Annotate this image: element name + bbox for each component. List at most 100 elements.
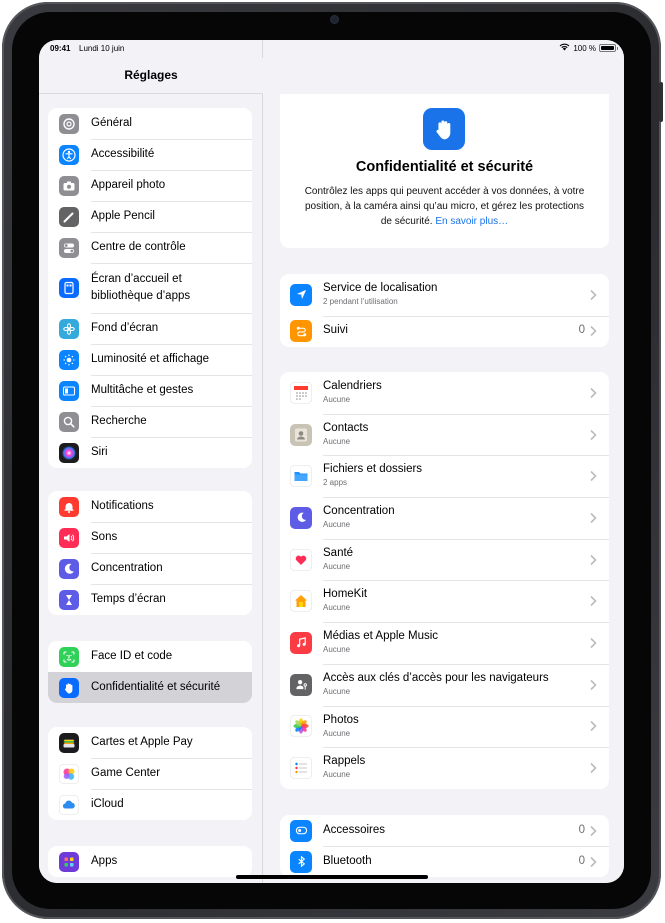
chevron-right-icon [590, 471, 597, 482]
bluetooth-row[interactable]: Bluetooth 0 [280, 846, 609, 877]
hand-icon [423, 108, 465, 150]
sidebar-item-label: Accessibilité [91, 148, 155, 160]
sidebar-item-focus[interactable]: Concentration [48, 553, 252, 584]
sidebar-item-label: Face ID et code [91, 650, 173, 662]
gear-icon [59, 113, 79, 134]
status-time: 09:41 [50, 44, 71, 53]
files-folders-row[interactable]: Fichiers et dossiers 2 apps [280, 455, 609, 497]
speaker-icon [59, 527, 79, 548]
chevron-right-icon [590, 512, 597, 523]
sidebar-item-label: Écran d’accueil et bibliothèque d’apps [91, 273, 191, 302]
sidebar-item-notifications[interactable]: Notifications [48, 491, 252, 522]
sidebar-item-multitasking[interactable]: Multitâche et gestes [48, 375, 252, 406]
sidebar-item-label: Multitâche et gestes [91, 384, 194, 396]
sidebar-item-privacy[interactable]: Confidentialité et sécurité [48, 672, 252, 703]
sidebar-item-label: Sons [91, 531, 118, 543]
sidebar-item-label: Général [91, 117, 132, 129]
row-sublabel: Aucune [323, 436, 351, 446]
sidebar-item-game-center[interactable]: Game Center [48, 758, 252, 789]
brightness-icon [59, 349, 79, 370]
chevron-right-icon [590, 429, 597, 440]
photos-row[interactable]: Photos Aucune [280, 705, 609, 748]
chevron-right-icon [590, 387, 597, 398]
contacts-row[interactable]: Contacts Aucune [280, 413, 609, 456]
row-label: Photos [323, 713, 359, 726]
sidebar-item-accessibility[interactable]: Accessibilité [48, 139, 252, 170]
sidebar-item-camera[interactable]: Appareil photo [48, 170, 252, 201]
sidebar-item-screen-time[interactable]: Temps d’écran [48, 584, 252, 615]
media-music-row[interactable]: Médias et Apple Music Aucune [280, 622, 609, 664]
sidebar-item-wallpaper[interactable]: Fond d’écran [48, 313, 252, 344]
status-bar: 09:41 Lundi 10 juin 100 % [39, 40, 624, 58]
bell-icon [59, 496, 79, 517]
home-indicator[interactable] [236, 875, 428, 879]
chevron-right-icon [590, 679, 597, 690]
sidebar-item-home-screen[interactable]: Écran d’accueil et bibliothèque d’apps [48, 263, 252, 313]
row-sublabel: Aucune [323, 561, 351, 571]
sidebar-item-label: Apps [91, 855, 118, 867]
sidebar-item-brightness[interactable]: Luminosité et affichage [48, 344, 252, 375]
reminders-row[interactable]: Rappels Aucune [280, 747, 609, 789]
calendars-row[interactable]: Calendriers Aucune [280, 372, 609, 414]
hourglass-icon [59, 589, 79, 610]
sidebar-item-siri[interactable]: Siri [48, 437, 252, 468]
sidebar-item-icloud[interactable]: iCloud [48, 789, 252, 820]
row-sublabel: Aucune [323, 770, 351, 780]
learn-more-link[interactable]: En savoir plus… [435, 216, 508, 227]
tracking-row[interactable]: Suivi 0 [280, 315, 609, 347]
row-label: Accès aux clés d’accès pour les navigate… [323, 671, 549, 684]
multitasking-icon [59, 380, 79, 401]
sidebar-item-apple-pencil[interactable]: Apple Pencil [48, 201, 252, 232]
sidebar-item-label: Concentration [91, 562, 163, 574]
sidebar-group-security: Face ID et code Confidentialité et sécur… [48, 641, 252, 703]
location-services-row[interactable]: Service de localisation 2 pendant l’util… [280, 274, 609, 316]
battery-percent: 100 % [573, 43, 596, 53]
sidebar-item-label: Recherche [91, 415, 147, 427]
folder-icon [290, 465, 312, 488]
accessories-row[interactable]: Accessoires 0 [280, 815, 609, 846]
accessories-icon [290, 819, 312, 842]
row-value: 0 [578, 823, 585, 836]
row-sublabel: Aucune [323, 520, 351, 530]
sidebar-item-apps[interactable]: Apps [48, 846, 252, 877]
detail-pane: Confidentialité et sécurité Contrôlez le… [264, 40, 624, 883]
battery-icon [599, 44, 618, 52]
chevron-right-icon [590, 762, 597, 774]
photos-icon [290, 715, 312, 738]
pencil-icon [59, 206, 79, 227]
sidebar-item-wallet[interactable]: Cartes et Apple Pay [48, 727, 252, 758]
row-sublabel: 2 apps [323, 478, 348, 488]
row-label: Calendriers [323, 380, 382, 392]
heart-icon [290, 548, 312, 571]
cloud-icon [59, 794, 79, 815]
game-center-icon [59, 763, 79, 784]
accessibility-icon [59, 144, 79, 165]
status-right: 100 % [559, 43, 618, 53]
row-sublabel: Aucune [323, 603, 351, 613]
privacy-hero-card: Confidentialité et sécurité Contrôlez le… [280, 94, 609, 248]
sidebar-item-general[interactable]: Général [48, 108, 252, 139]
row-label: Concentration [323, 505, 395, 518]
sidebar-item-control-center[interactable]: Centre de contrôle [48, 232, 252, 263]
health-row[interactable]: Santé Aucune [280, 538, 609, 581]
sidebar-item-face-id[interactable]: Face ID et code [48, 641, 252, 672]
sidebar-item-sounds[interactable]: Sons [48, 522, 252, 553]
chevron-right-icon [590, 856, 597, 867]
wallpaper-icon [59, 318, 79, 339]
row-sublabel: Aucune [323, 645, 351, 655]
sidebar-item-label: Fond d’écran [91, 322, 159, 334]
sidebar-item-search[interactable]: Recherche [48, 406, 252, 437]
music-note-icon [290, 631, 312, 654]
moon-icon [290, 506, 312, 529]
row-label: Fichiers et dossiers [323, 463, 423, 476]
passkeys-access-row[interactable]: Accès aux clés d’accès pour les navigate… [280, 663, 609, 706]
sidebar-title: Réglages [124, 68, 178, 82]
front-camera [331, 16, 338, 23]
sidebar-item-label: Confidentialité et sécurité [91, 681, 221, 693]
row-value: 0 [578, 324, 585, 337]
apps-icon [59, 851, 79, 872]
contacts-icon [290, 423, 312, 446]
homekit-row[interactable]: HomeKit Aucune [280, 580, 609, 622]
sidebar-group-apps: Apps [48, 846, 252, 877]
focus-row[interactable]: Concentration Aucune [280, 497, 609, 539]
